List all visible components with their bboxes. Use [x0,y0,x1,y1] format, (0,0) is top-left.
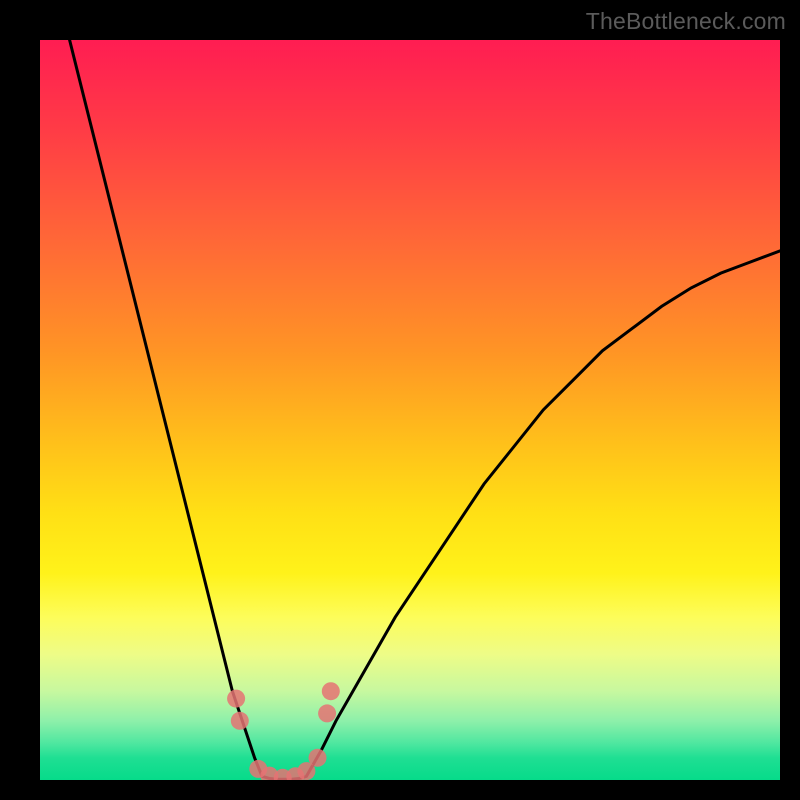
highlight-dot [318,704,336,722]
curve-svg [40,40,780,780]
plot-area [40,40,780,780]
chart-frame: TheBottleneck.com [0,0,800,800]
curve-group [70,40,780,779]
highlight-dot [309,749,327,767]
highlight-dot [231,712,249,730]
watermark-text: TheBottleneck.com [586,8,786,35]
highlight-dot [322,682,340,700]
marker-group [227,682,340,780]
bottleneck-curve [70,40,780,779]
highlight-dot [227,690,245,708]
